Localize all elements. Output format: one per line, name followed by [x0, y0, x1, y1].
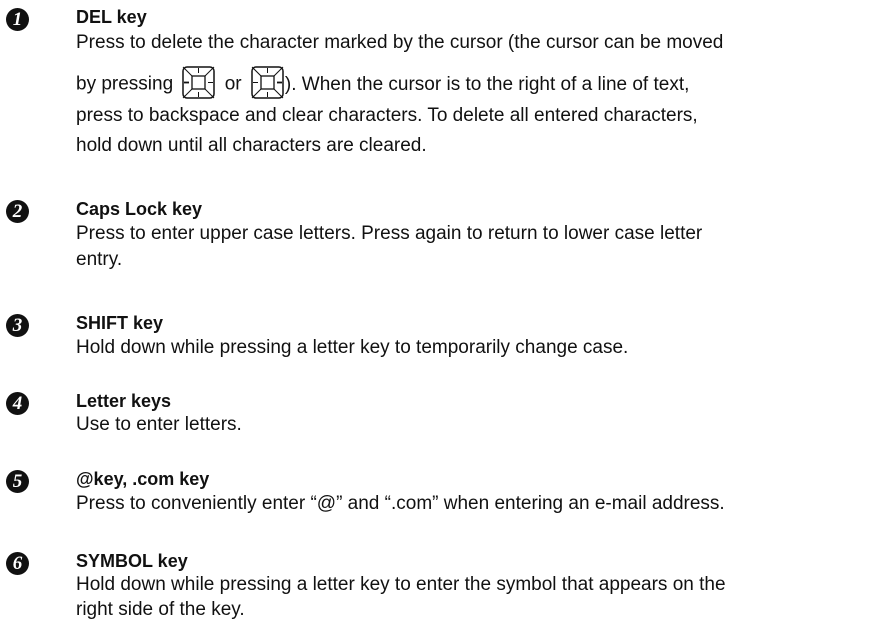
entry-title: Caps Lock key — [76, 199, 203, 219]
entry-description-line: Hold down while pressing a letter key to… — [76, 337, 629, 358]
inline-text: or — [224, 73, 242, 95]
inline-text: by pressing — [76, 73, 174, 95]
entry-title: Letter keys — [76, 391, 172, 411]
cursor-right-key-icon — [251, 66, 284, 99]
entry-description-line: Hold down while pressing a letter key to… — [76, 574, 726, 595]
cursor-left-key-icon — [182, 66, 216, 99]
number-badge: 6 — [6, 552, 29, 575]
number-badge: 4 — [6, 392, 29, 415]
entry-title: DEL key — [76, 7, 147, 27]
entry-description-line: Press to conveniently enter “@” and “.co… — [76, 493, 725, 514]
entry-description-line: Press to enter upper case letters. Press… — [76, 223, 703, 244]
entry-title: SYMBOL key — [76, 551, 188, 571]
entry-description-line: by pressing or). When the cursor is to … — [76, 66, 690, 101]
entry-title: @key, .com key — [76, 469, 210, 489]
entry-title: SHIFT key — [76, 313, 164, 333]
entry-description-line: entry. — [76, 249, 123, 270]
inline-text: ). When the cursor is to the right of a … — [284, 73, 690, 95]
entry-description-line: Press to delete the character marked by … — [76, 32, 724, 53]
number-badge: 1 — [6, 8, 29, 31]
number-badge: 2 — [6, 200, 29, 223]
entry-description-line: press to backspace and clear characters.… — [76, 105, 698, 126]
entry-description-line: right side of the key. — [76, 599, 245, 620]
entry-description-line: hold down until all characters are clear… — [76, 135, 427, 156]
number-badge: 5 — [6, 470, 29, 493]
number-badge: 3 — [6, 314, 29, 337]
entry-description-line: Use to enter letters. — [76, 414, 242, 435]
